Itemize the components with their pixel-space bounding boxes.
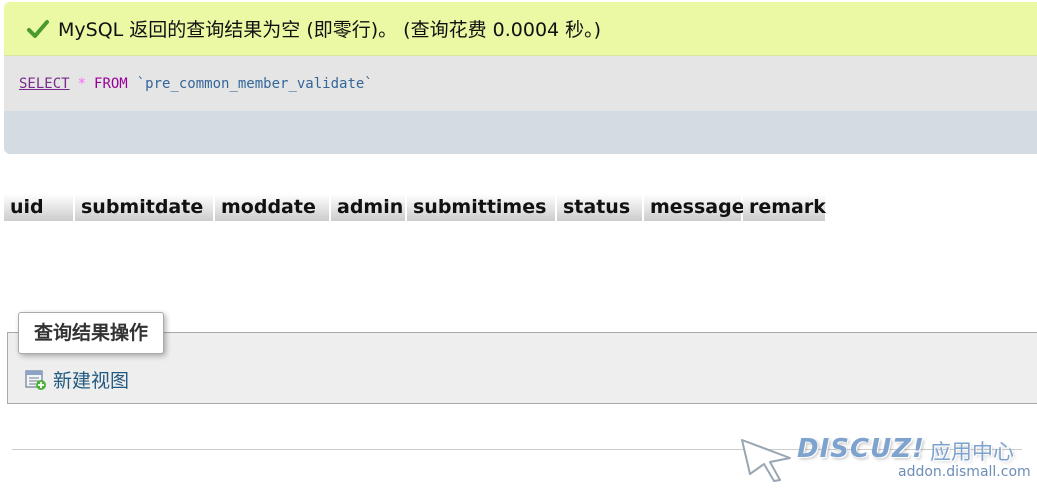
success-message-text: MySQL 返回的查询结果为空 (即零行)。 (查询花费 0.0004 秒。) (58, 19, 602, 41)
column-header-admin[interactable]: admin (331, 194, 405, 221)
checkmark-icon (27, 19, 49, 38)
result-table-header: uid submitdate moddate admin submittimes… (4, 194, 827, 221)
column-header-uid[interactable]: uid (4, 194, 73, 221)
create-view-link[interactable]: 新建视图 (25, 366, 129, 393)
sql-select-keyword[interactable]: SELECT (19, 76, 70, 92)
watermark-suffix: 应用中心 (930, 440, 1014, 464)
column-header-moddate[interactable]: moddate (215, 194, 329, 221)
query-operations-legend: 查询结果操作 (18, 312, 165, 354)
cursor-arrow-icon (741, 439, 791, 482)
column-header-submittimes[interactable]: submittimes (407, 194, 555, 221)
query-result-panel: MySQL 返回的查询结果为空 (即零行)。 (查询花费 0.0004 秒。) … (4, 2, 1037, 154)
watermark-brand: DISCUZ! (797, 434, 925, 464)
sql-query-box: SELECT * FROM `pre_common_member_validat… (4, 56, 1037, 111)
sql-table-name: `pre_common_member_validate` (136, 75, 373, 92)
sql-star: * (77, 75, 87, 92)
create-view-label: 新建视图 (53, 370, 130, 392)
watermark-url: addon.dismall.com (898, 464, 1031, 480)
column-header-submitdate[interactable]: submitdate (75, 194, 213, 221)
watermark-logo: DISCUZ! 应用中心 addon.dismall.com (740, 434, 1031, 486)
create-view-icon (25, 369, 46, 390)
column-header-status[interactable]: status (557, 194, 642, 221)
column-header-message[interactable]: message (644, 194, 745, 221)
column-header-remark[interactable]: remark (743, 194, 826, 221)
sql-from-keyword: FROM (94, 75, 128, 92)
success-message-bar: MySQL 返回的查询结果为空 (即零行)。 (查询花费 0.0004 秒。) (4, 2, 1037, 56)
